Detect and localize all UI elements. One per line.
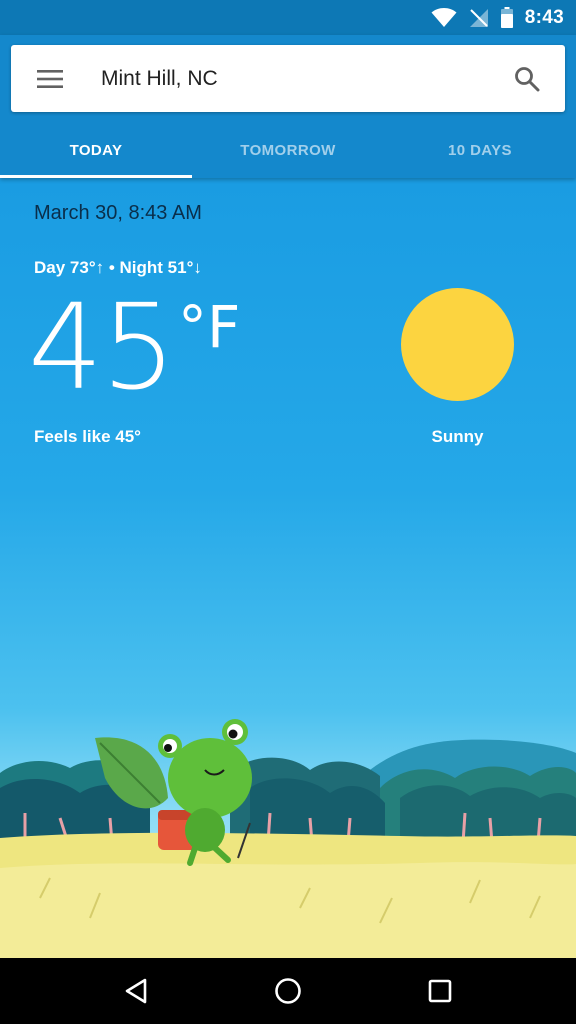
status-bar: 8:43 (0, 0, 576, 35)
tab-tomorrow[interactable]: TOMORROW (192, 123, 384, 178)
menu-icon (37, 69, 63, 88)
back-button[interactable] (106, 961, 166, 1021)
temperature-unit: °F (178, 293, 241, 361)
day-night-temps: Day 73°↑ • Night 51°↓ (34, 258, 202, 277)
condition-label: Sunny (431, 427, 484, 446)
search-button[interactable] (489, 45, 565, 112)
frog-hiker-illustration (0, 719, 576, 958)
battery-icon (500, 7, 513, 28)
no-signal-icon (469, 8, 489, 28)
navigation-bar (0, 958, 576, 1024)
tab-bar: TODAY TOMORROW 10 DAYS (0, 123, 576, 178)
current-temperature: 45 (28, 278, 176, 416)
back-icon (125, 978, 147, 1004)
tab-today[interactable]: TODAY (0, 123, 192, 178)
home-button[interactable] (258, 961, 318, 1021)
menu-button[interactable] (11, 45, 89, 112)
app-header: Mint Hill, NC TODAY TOMORROW 10 DAYS (0, 35, 576, 178)
tab-10-days[interactable]: 10 DAYS (384, 123, 576, 178)
home-icon (275, 978, 301, 1004)
search-icon (515, 66, 540, 91)
recents-icon (428, 979, 452, 1003)
date-time: March 30, 8:43 AM (34, 202, 202, 224)
recents-button[interactable] (410, 961, 470, 1021)
wifi-icon (431, 7, 457, 28)
weather-panel: March 30, 8:43 AM Day 73°↑ • Night 51°↓ … (0, 178, 576, 958)
sun-icon (401, 288, 514, 401)
search-bar[interactable]: Mint Hill, NC (11, 45, 565, 112)
feels-like: Feels like 45° (34, 427, 141, 446)
location-text[interactable]: Mint Hill, NC (89, 67, 489, 91)
status-time: 8:43 (524, 6, 564, 28)
